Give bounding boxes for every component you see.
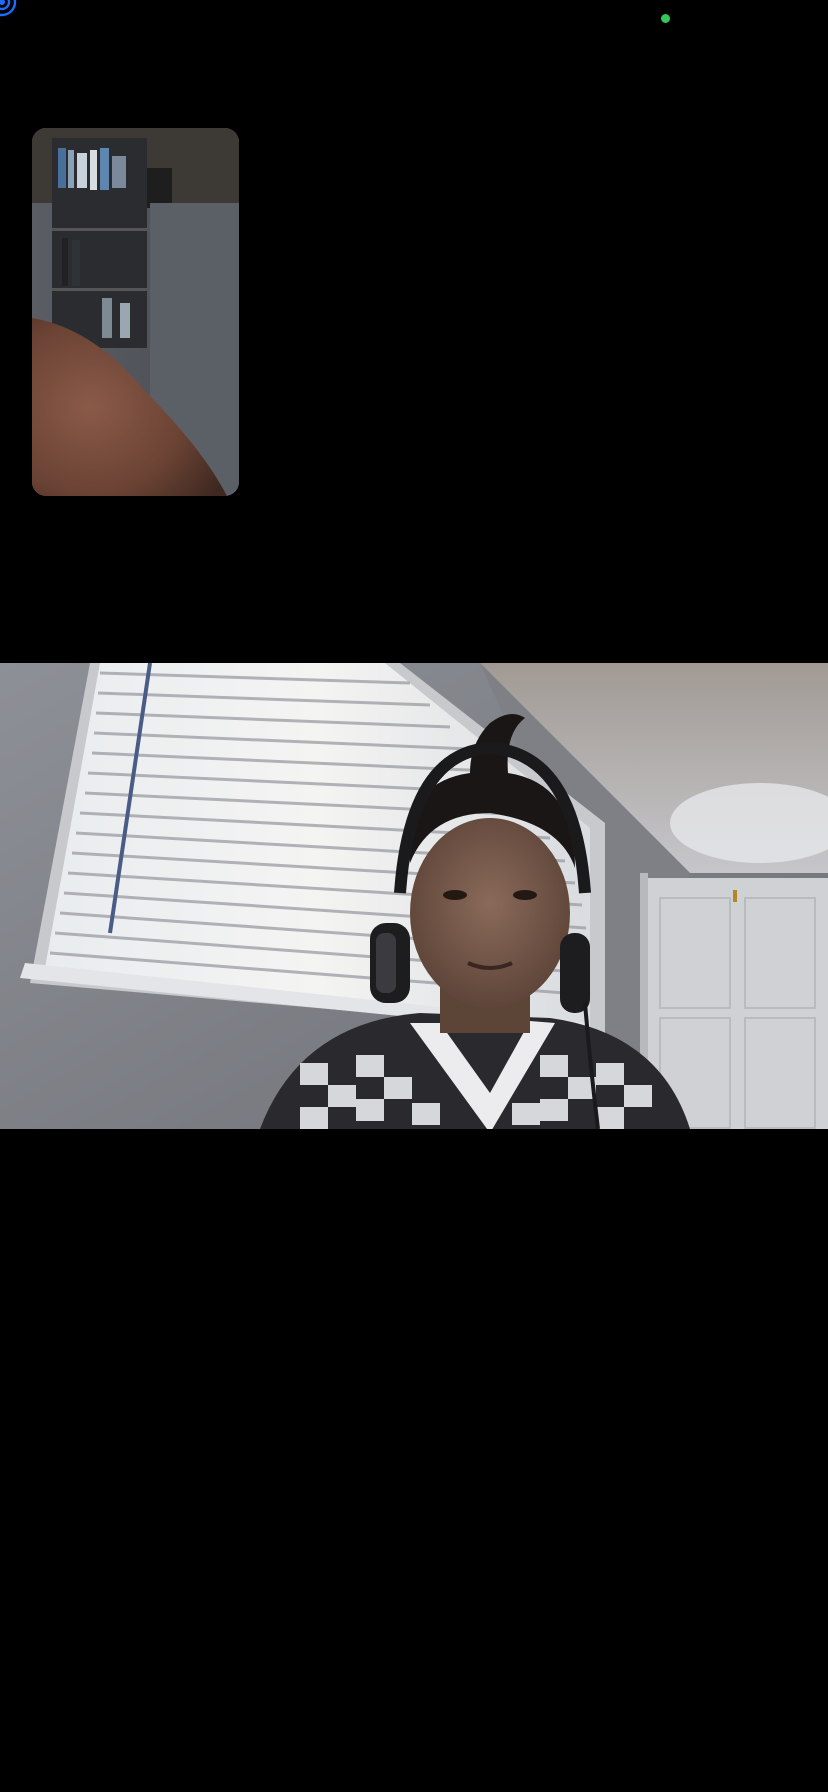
camera-in-use-indicator: [661, 14, 670, 23]
audio-route-icon[interactable]: [0, 0, 20, 18]
self-view-video: [32, 128, 239, 496]
remote-video[interactable]: [0, 663, 828, 1129]
self-view-pip[interactable]: [32, 128, 239, 496]
remote-participant-video: [0, 663, 828, 1129]
video-call-screen: [0, 0, 828, 1792]
